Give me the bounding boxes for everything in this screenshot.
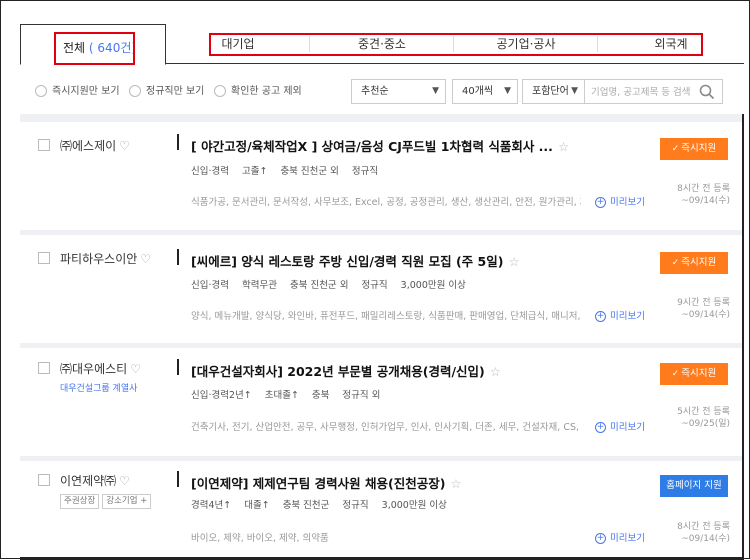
check-icon: ✓: [671, 258, 680, 268]
radio-circle-icon: [35, 85, 47, 97]
radio-circle-icon: [129, 85, 141, 97]
job-list-panel: 전체 ( 640건) 대기업 중견·중소 공기업·공사 외국계 즉시지원만 보기…: [20, 24, 744, 560]
small-giant-badge[interactable]: 강소기업 +: [102, 494, 152, 509]
per-page-select[interactable]: 40개씩 ▼: [452, 79, 518, 104]
preview-link[interactable]: + 미리보기: [595, 194, 645, 208]
job-checkbox[interactable]: [38, 474, 50, 486]
company-name[interactable]: 파티하우스이안: [60, 252, 137, 266]
chevron-down-icon: ▼: [432, 86, 439, 96]
instant-apply-button[interactable]: ✓ 즉시지원: [660, 252, 728, 274]
instant-apply-button[interactable]: ✓ 즉시지원: [660, 138, 728, 160]
job-title[interactable]: [이연제약] 제제연구팀 경력사원 채용(진천공장): [191, 476, 445, 491]
search-box: [585, 79, 723, 104]
homepage-apply-button[interactable]: 홈페이지 지원: [660, 475, 728, 497]
list-header: 전체 ( 640건) 대기업 중견·중소 공기업·공사 외국계 즉시지원만 보기…: [20, 24, 744, 114]
job-tags: 건축기사, 전기, 산업안전, 공무, 사무행정, 인허가업무, 인사, 인사기…: [191, 422, 581, 433]
highlight-box-category-tabs: [209, 33, 703, 56]
title-marker: [177, 249, 179, 265]
company-name[interactable]: ㈜대우에스티: [60, 362, 127, 376]
heart-icon[interactable]: ♡: [119, 139, 130, 153]
preview-link[interactable]: + 미리보기: [595, 419, 645, 433]
chevron-down-icon: ▼: [504, 86, 511, 96]
job-tags: 양식, 메뉴개발, 양식당, 와인바, 퓨전푸드, 패밀리레스토랑, 식품판매,…: [191, 311, 581, 322]
job-checkbox[interactable]: [38, 139, 50, 151]
job-title[interactable]: [대우건설자회사] 2022년 부문별 공개채용(경력/신입): [191, 364, 485, 379]
heart-icon[interactable]: ♡: [130, 362, 141, 376]
plus-circle-icon: +: [595, 533, 606, 544]
affiliate-link[interactable]: 대우건설그룹 계열사: [60, 381, 137, 394]
check-icon: ✓: [671, 144, 680, 154]
star-icon[interactable]: ☆: [558, 139, 569, 154]
job-dates: 5시간 전 등록 ~09/25(일): [677, 407, 730, 429]
job-card: ㈜에스제이 ♡ [ 야간고정/육체작업X ] 상여금/음성 CJ푸드빌 1차협력 …: [20, 122, 744, 230]
job-card: 파티하우스이안 ♡ [씨에르] 양식 레스토랑 주방 신입/경력 직원 모집 (주…: [20, 235, 744, 343]
title-marker: [177, 359, 179, 375]
screenshot-frame: 전체 ( 640건) 대기업 중견·중소 공기업·공사 외국계 즉시지원만 보기…: [0, 0, 750, 560]
chevron-down-icon: ▼: [571, 86, 578, 96]
job-title[interactable]: [ 야간고정/육체작업X ] 상여금/음성 CJ푸드빌 1차협력 식품회사 ..…: [191, 139, 553, 154]
instant-apply-button[interactable]: ✓ 즉시지원: [660, 363, 728, 385]
star-icon[interactable]: ☆: [508, 254, 519, 269]
job-meta: 경력4년↑ 대졸↑ 충북 진천군 정규직 3,000만원 이상: [191, 500, 447, 511]
job-checkbox[interactable]: [38, 252, 50, 264]
check-icon: ✓: [671, 369, 680, 379]
sort-select[interactable]: 추천순 ▼: [351, 79, 446, 104]
word-mode-select[interactable]: 포함단어 ▼: [522, 79, 585, 104]
plus-circle-icon: +: [595, 422, 606, 433]
job-tags: 바이오, 제약, 바이오, 제약, 의약품: [191, 533, 329, 544]
listed-badge: 주권상장: [60, 494, 100, 509]
job-checkbox[interactable]: [38, 362, 50, 374]
radio-fulltime-only[interactable]: 정규직만 보기: [129, 85, 204, 99]
title-marker: [177, 471, 179, 487]
company-name[interactable]: ㈜에스제이: [60, 139, 116, 153]
star-icon[interactable]: ☆: [490, 364, 501, 379]
company-badges: 주권상장 강소기업 +: [60, 493, 154, 509]
job-meta: 신입·경력 고졸↑ 충북 진천군 외 정규직: [191, 166, 379, 177]
filter-bar: 즉시지원만 보기 정규직만 보기 확인한 공고 제외 추천순 ▼ 40개씩 ▼ 포함…: [20, 76, 744, 106]
plus-circle-icon: +: [595, 197, 606, 208]
preview-link[interactable]: + 미리보기: [595, 308, 645, 322]
job-dates: 8시간 전 등록 ~09/14(수): [677, 184, 730, 206]
job-title[interactable]: [씨에르] 양식 레스토랑 주방 신입/경력 직원 모집 (주 5일): [191, 254, 503, 269]
job-tags: 식품가공, 문서관리, 문서작성, 사무보조, Excel, 공정, 공정관리,…: [191, 197, 581, 208]
search-input[interactable]: [591, 84, 691, 100]
star-icon[interactable]: ☆: [450, 476, 461, 491]
company-name[interactable]: 이연제약㈜: [60, 474, 116, 488]
job-dates: 8시간 전 등록 ~09/14(수): [677, 522, 730, 544]
preview-link[interactable]: + 미리보기: [595, 530, 645, 544]
job-dates: 9시간 전 등록 ~09/14(수): [677, 298, 730, 320]
highlight-box-all-tab: [54, 32, 135, 65]
job-meta: 신입·경력2년↑ 초대졸↑ 충북 정규직 외: [191, 390, 381, 401]
title-marker: [177, 134, 179, 150]
radio-instant-apply[interactable]: 즉시지원만 보기: [35, 85, 120, 99]
job-card: 이연제약㈜ ♡ 주권상장 강소기업 + [이연제약] 제제연구팀 경력사원 채용(진…: [20, 461, 744, 560]
search-icon[interactable]: [699, 84, 715, 100]
radio-exclude-viewed[interactable]: 확인한 공고 제외: [214, 85, 302, 99]
heart-icon[interactable]: ♡: [119, 474, 130, 488]
job-card: ㈜대우에스티 ♡ 대우건설그룹 계열사 [대우건설자회사] 2022년 부문별 공…: [20, 348, 744, 456]
plus-circle-icon: +: [595, 311, 606, 322]
heart-icon[interactable]: ♡: [140, 252, 151, 266]
job-meta: 신입·경력 학력무관 충북 진천군 외 정규직 3,000만원 이상: [191, 280, 466, 291]
right-border: [742, 114, 744, 560]
radio-circle-icon: [214, 85, 226, 97]
